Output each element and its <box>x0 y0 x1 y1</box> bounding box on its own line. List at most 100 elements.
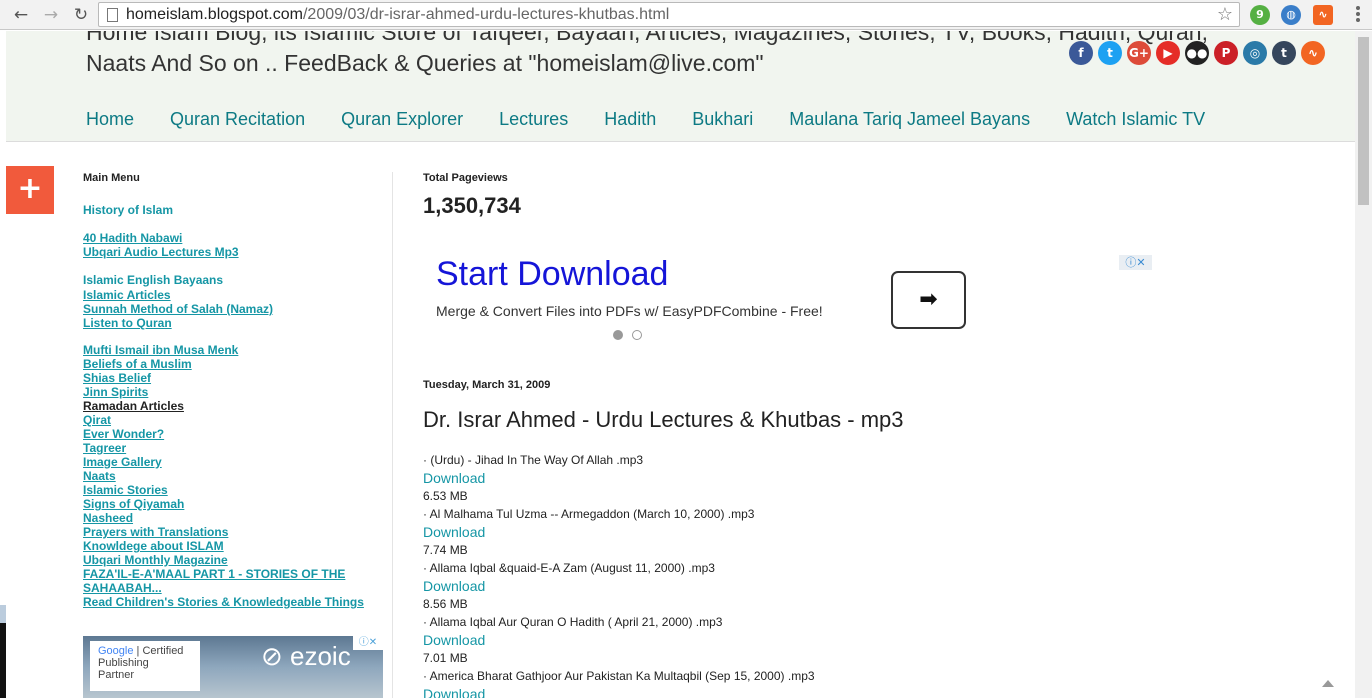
google-label: Google <box>98 645 134 657</box>
sidebar-link[interactable]: Naats <box>83 469 383 483</box>
sidebar-link[interactable]: Shias Belief <box>83 371 383 385</box>
track-size: 8.56 MB <box>423 597 468 611</box>
ad-carousel-dots <box>613 330 642 340</box>
sidebar-link[interactable]: FAZA'IL-E-A'MAAL PART 1 - STORIES OF THE <box>83 567 383 581</box>
publishing-label: Publishing <box>98 657 149 669</box>
column-divider <box>392 172 393 698</box>
sidebar-link[interactable]: History of Islam <box>83 202 383 218</box>
track-size: 7.01 MB <box>423 651 468 665</box>
track-list: · (Urdu) - Jihad In The Way Of Allah .mp… <box>423 451 1303 698</box>
nav-watch-islamic-tv[interactable]: Watch Islamic TV <box>1066 109 1205 130</box>
nav-hadith[interactable]: Hadith <box>604 109 656 130</box>
sidebar-link[interactable]: Tagreer <box>83 441 383 455</box>
sidebar-link[interactable]: Prayers with Translations <box>83 525 383 539</box>
ad-subtext: Merge & Convert Files into PDFs w/ EasyP… <box>436 303 823 319</box>
post-date: Tuesday, March 31, 2009 <box>423 379 551 391</box>
ad-arrow-button[interactable]: ➡ <box>891 271 966 329</box>
pageviews-count: 1,350,734 <box>423 193 521 218</box>
nav-lectures[interactable]: Lectures <box>499 109 568 130</box>
sidebar-menu: History of Islam 40 Hadith Nabawi Ubqari A… <box>83 184 383 609</box>
google-plus-icon[interactable]: G+ <box>1127 41 1151 65</box>
download-link[interactable]: Download <box>423 469 1303 487</box>
rss-icon[interactable]: ∿ <box>1313 5 1333 25</box>
post-title[interactable]: Dr. Israr Ahmed - Urdu Lectures & Khutba… <box>423 407 904 433</box>
ad-headline[interactable]: Start Download <box>436 255 668 294</box>
bookmark-star-icon[interactable]: ☆ <box>1217 4 1233 25</box>
blog-tagline: Home Islam Blog, its Islamic Store of Ta… <box>86 31 1208 79</box>
nav-home[interactable]: Home <box>86 109 134 130</box>
nav-bukhari[interactable]: Bukhari <box>692 109 753 130</box>
sidebar-link[interactable]: Ubqari Monthly Magazine <box>83 553 383 567</box>
google-certified-badge: Google | Certified Publishing Partner <box>90 641 200 691</box>
sidebar-ad[interactable]: Google | Certified Publishing Partner ⊘ … <box>83 636 383 698</box>
youtube-icon[interactable]: ▶ <box>1156 41 1180 65</box>
evernote-icon[interactable]: 9 <box>1250 5 1270 25</box>
tumblr-icon[interactable]: t <box>1272 41 1296 65</box>
facebook-icon[interactable]: f <box>1069 41 1093 65</box>
sidebar-link[interactable]: Jinn Spirits <box>83 385 383 399</box>
scroll-top-icon[interactable] <box>1322 680 1334 687</box>
top-navigation: Home Quran Recitation Quran Explorer Lectur… <box>86 109 1241 130</box>
globe-icon[interactable]: ◍ <box>1281 5 1301 25</box>
download-link[interactable]: Download <box>423 685 1303 698</box>
sidebar-link[interactable]: Signs of Qiyamah <box>83 497 383 511</box>
rss-feed-icon[interactable]: ∿ <box>1301 41 1325 65</box>
carousel-dot-2[interactable] <box>632 330 642 340</box>
back-icon[interactable]: ← <box>10 4 32 26</box>
twitter-icon[interactable]: t <box>1098 41 1122 65</box>
ad-close-icon[interactable]: ⓘ✕ <box>353 636 383 650</box>
flickr-icon[interactable]: ●● <box>1185 41 1209 65</box>
page-icon <box>107 8 118 22</box>
sidebar-link[interactable]: Ramadan Articles <box>83 399 383 413</box>
track-size: 6.53 MB <box>423 489 468 503</box>
blog-header: Home Islam Blog, its Islamic Store of Ta… <box>6 31 1355 142</box>
track-name: · Al Malhama Tul Uzma -- Armegaddon (Mar… <box>423 507 755 521</box>
adchoices-icon[interactable]: ⓘ✕ <box>1119 255 1152 270</box>
sidebar-link[interactable]: Islamic Stories <box>83 483 383 497</box>
sidebar-link[interactable]: Image Gallery <box>83 455 383 469</box>
share-plus-button[interactable]: + <box>6 166 54 214</box>
address-bar[interactable]: homeislam.blogspot.com/2009/03/dr-israr-… <box>98 2 1240 27</box>
sidebar-link[interactable]: Mufti Ismail ibn Musa Menk <box>83 343 383 357</box>
main-content: Total Pageviews 1,350,734 <box>423 172 1323 219</box>
sidebar-link[interactable]: Sunnah Method of Salah (Namaz) <box>83 302 383 316</box>
tagline-line-2: Naats And So on .. FeedBack & Queries at… <box>86 50 764 76</box>
window-edge-dark <box>0 623 6 698</box>
nav-quran-explorer[interactable]: Quran Explorer <box>341 109 463 130</box>
nav-maulana-tariq-jameel-bayans[interactable]: Maulana Tariq Jameel Bayans <box>789 109 1030 130</box>
url-text[interactable]: homeislam.blogspot.com/2009/03/dr-israr-… <box>126 6 669 24</box>
reload-icon[interactable]: ↻ <box>70 4 92 26</box>
partner-label: Partner <box>98 669 135 681</box>
instagram-icon[interactable]: ◎ <box>1243 41 1267 65</box>
sidebar: Main Menu History of Islam 40 Hadith Naba… <box>83 172 383 609</box>
sidebar-link[interactable]: Nasheed <box>83 511 383 525</box>
sidebar-link[interactable]: 40 Hadith Nabawi <box>83 231 383 245</box>
sidebar-link[interactable]: Listen to Quran <box>83 316 383 330</box>
carousel-dot-1[interactable] <box>613 330 623 340</box>
download-link[interactable]: Download <box>423 523 1303 541</box>
download-link[interactable]: Download <box>423 577 1303 595</box>
tagline-line-1: Home Islam Blog, its Islamic Store of Ta… <box>86 31 1208 45</box>
sidebar-link[interactable]: Ever Wonder? <box>83 427 383 441</box>
sidebar-link[interactable]: Islamic English Bayaans <box>83 272 383 288</box>
sidebar-link[interactable]: Knowldege about ISLAM <box>83 539 383 553</box>
sidebar-link[interactable]: Read Children's Stories & Knowledgeable … <box>83 595 383 609</box>
sidebar-link[interactable]: SAHAABAH... <box>83 581 383 595</box>
browser-menu-icon[interactable] <box>1350 5 1366 23</box>
sidebar-link[interactable]: Beliefs of a Muslim <box>83 357 383 371</box>
pinterest-icon[interactable]: P <box>1214 41 1238 65</box>
forward-icon[interactable]: → <box>40 4 62 26</box>
sidebar-link[interactable]: Qirat <box>83 413 383 427</box>
social-icons: f t G+ ▶ ●● P ◎ t ∿ <box>1069 41 1325 65</box>
sidebar-title: Main Menu <box>83 172 140 184</box>
track-size: 7.74 MB <box>423 543 468 557</box>
sidebar-link[interactable]: Ubqari Audio Lectures Mp3 <box>83 245 383 259</box>
download-link[interactable]: Download <box>423 631 1303 649</box>
sidebar-link[interactable]: Islamic Articles <box>83 288 383 302</box>
download-ad[interactable]: Start Download Merge & Convert Files int… <box>431 250 971 350</box>
url-path: /2009/03/dr-israr-ahmed-urdu-lectures-kh… <box>302 6 670 23</box>
vertical-scrollbar[interactable] <box>1355 31 1372 698</box>
scrollbar-thumb[interactable] <box>1358 37 1369 205</box>
track-name: · Allama Iqbal Aur Quran O Hadith ( Apri… <box>423 615 723 629</box>
nav-quran-recitation[interactable]: Quran Recitation <box>170 109 305 130</box>
